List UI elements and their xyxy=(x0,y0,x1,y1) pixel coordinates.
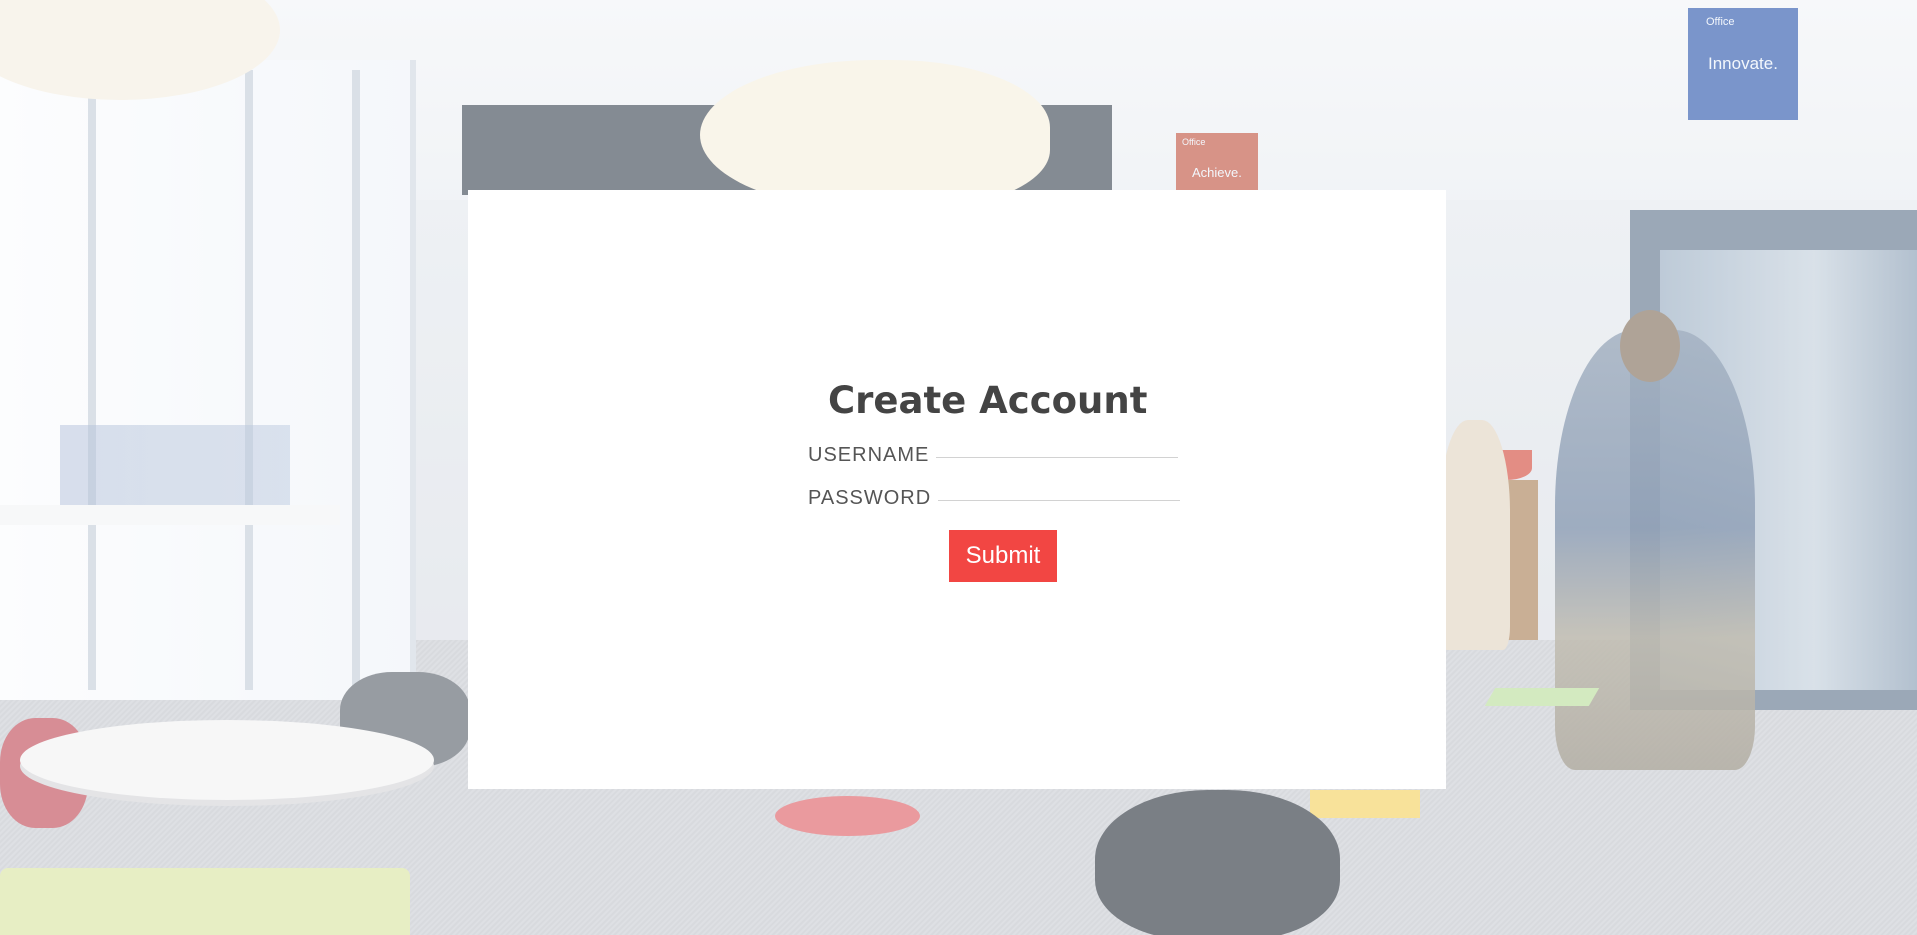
password-label: PASSWORD xyxy=(808,487,932,509)
create-account-form: Create Account USERNAME PASSWORD Submit xyxy=(468,190,1446,789)
password-input[interactable] xyxy=(938,475,1180,501)
username-label: USERNAME xyxy=(808,444,930,466)
submit-button[interactable]: Submit xyxy=(949,530,1057,582)
page-title: Create Account xyxy=(828,379,1148,422)
create-account-card: Create Account USERNAME PASSWORD Submit xyxy=(468,190,1446,789)
username-input[interactable] xyxy=(936,432,1178,458)
page: Office Achieve. Office Innovate. Create … xyxy=(0,0,1917,935)
